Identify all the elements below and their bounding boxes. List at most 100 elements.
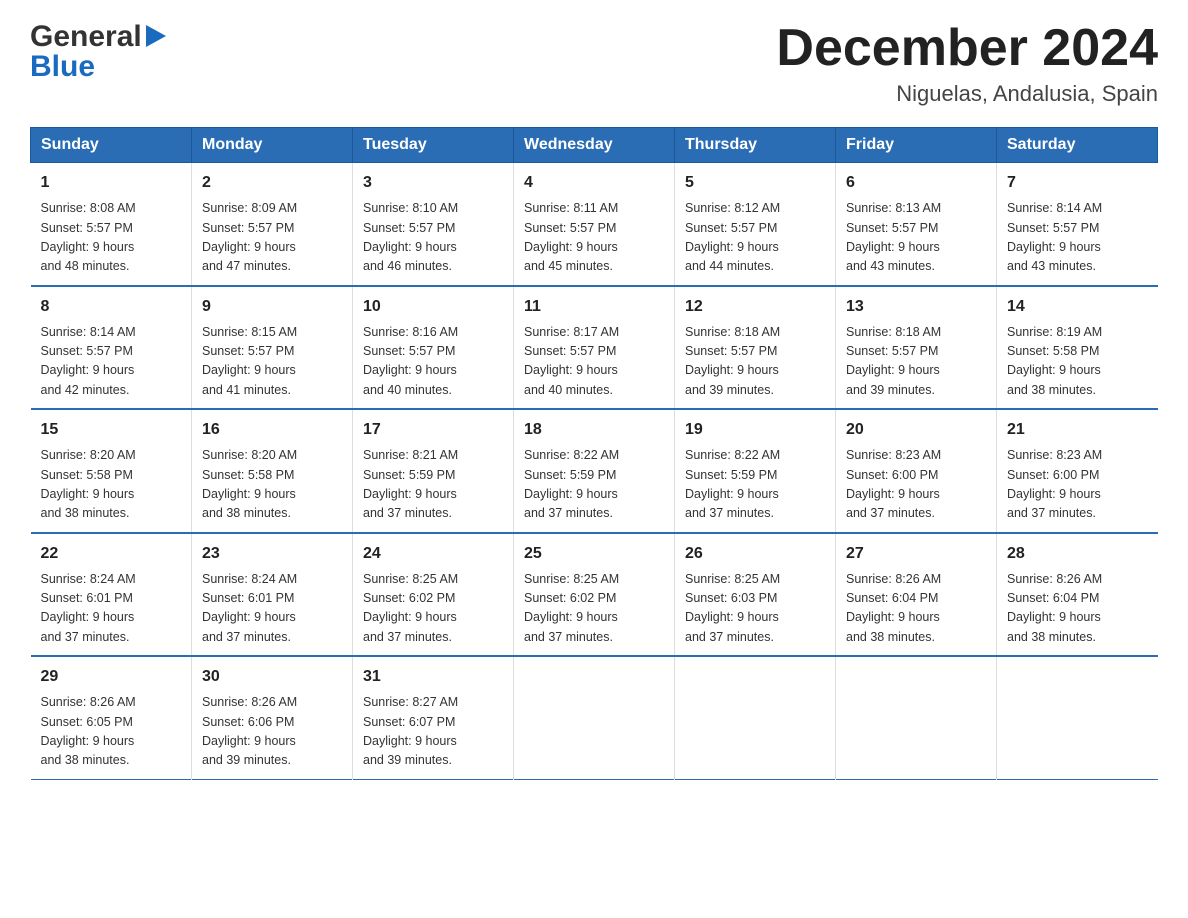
table-row: 30Sunrise: 8:26 AMSunset: 6:06 PMDayligh…	[192, 656, 353, 779]
day-info: Sunrise: 8:22 AMSunset: 5:59 PMDaylight:…	[524, 446, 664, 524]
day-number: 31	[363, 665, 503, 689]
day-info: Sunrise: 8:23 AMSunset: 6:00 PMDaylight:…	[1007, 446, 1148, 524]
day-info: Sunrise: 8:26 AMSunset: 6:04 PMDaylight:…	[846, 570, 986, 648]
day-info: Sunrise: 8:23 AMSunset: 6:00 PMDaylight:…	[846, 446, 986, 524]
table-row: 2Sunrise: 8:09 AMSunset: 5:57 PMDaylight…	[192, 163, 353, 286]
table-row: 23 Sunrise: 8:24 AMSunset: 6:01 PMDayligh…	[192, 533, 353, 657]
logo-general-text: General	[30, 20, 142, 54]
table-row: 6 Sunrise: 8:13 AMSunset: 5:57 PMDaylight…	[836, 163, 997, 286]
table-row: 18 Sunrise: 8:22 AMSunset: 5:59 PMDayligh…	[514, 409, 675, 533]
table-row: 4Sunrise: 8:11 AMSunset: 5:57 PMDaylight…	[514, 163, 675, 286]
calendar-week-row: 1 Sunrise: 8:08 AMSunset: 5:57 PMDaylight…	[31, 163, 1158, 286]
table-row: 13 Sunrise: 8:18 AMSunset: 5:57 PMDayligh…	[836, 286, 997, 410]
table-row: 8Sunrise: 8:14 AMSunset: 5:57 PMDaylight…	[31, 286, 192, 410]
day-number: 6	[846, 171, 986, 195]
table-row	[997, 656, 1158, 779]
day-info: Sunrise: 8:25 AMSunset: 6:02 PMDaylight:…	[524, 570, 664, 648]
day-info: Sunrise: 8:22 AMSunset: 5:59 PMDaylight:…	[685, 446, 825, 524]
calendar-week-row: 15 Sunrise: 8:20 AMSunset: 5:58 PMDayligh…	[31, 409, 1158, 533]
col-monday: Monday	[192, 128, 353, 163]
day-number: 25	[524, 542, 664, 566]
calendar-week-row: 29Sunrise: 8:26 AMSunset: 6:05 PMDayligh…	[31, 656, 1158, 779]
day-number: 19	[685, 418, 825, 442]
location-subtitle: Niguelas, Andalusia, Spain	[776, 81, 1158, 107]
month-title: December 2024	[776, 20, 1158, 77]
day-info: Sunrise: 8:16 AMSunset: 5:57 PMDaylight:…	[363, 323, 503, 401]
col-saturday: Saturday	[997, 128, 1158, 163]
col-wednesday: Wednesday	[514, 128, 675, 163]
day-number: 7	[1007, 171, 1148, 195]
day-info: Sunrise: 8:25 AMSunset: 6:03 PMDaylight:…	[685, 570, 825, 648]
day-number: 14	[1007, 295, 1148, 319]
table-row: 9Sunrise: 8:15 AMSunset: 5:57 PMDaylight…	[192, 286, 353, 410]
day-info: Sunrise: 8:09 AMSunset: 5:57 PMDaylight:…	[202, 199, 342, 277]
day-number: 3	[363, 171, 503, 195]
calendar-week-row: 22Sunrise: 8:24 AMSunset: 6:01 PMDayligh…	[31, 533, 1158, 657]
calendar-table: Sunday Monday Tuesday Wednesday Thursday…	[30, 127, 1158, 780]
day-number: 27	[846, 542, 986, 566]
table-row: 20 Sunrise: 8:23 AMSunset: 6:00 PMDayligh…	[836, 409, 997, 533]
table-row: 29Sunrise: 8:26 AMSunset: 6:05 PMDayligh…	[31, 656, 192, 779]
day-info: Sunrise: 8:20 AMSunset: 5:58 PMDaylight:…	[41, 446, 182, 524]
table-row: 14Sunrise: 8:19 AMSunset: 5:58 PMDayligh…	[997, 286, 1158, 410]
table-row: 3 Sunrise: 8:10 AMSunset: 5:57 PMDaylight…	[353, 163, 514, 286]
day-number: 20	[846, 418, 986, 442]
table-row: 16 Sunrise: 8:20 AMSunset: 5:58 PMDayligh…	[192, 409, 353, 533]
table-row	[675, 656, 836, 779]
day-info: Sunrise: 8:12 AMSunset: 5:57 PMDaylight:…	[685, 199, 825, 277]
day-number: 15	[41, 418, 182, 442]
table-row: 12 Sunrise: 8:18 AMSunset: 5:57 PMDayligh…	[675, 286, 836, 410]
day-number: 21	[1007, 418, 1148, 442]
day-number: 23	[202, 542, 342, 566]
table-row: 28Sunrise: 8:26 AMSunset: 6:04 PMDayligh…	[997, 533, 1158, 657]
col-friday: Friday	[836, 128, 997, 163]
day-info: Sunrise: 8:13 AMSunset: 5:57 PMDaylight:…	[846, 199, 986, 277]
page-header: General Blue December 2024 Niguelas, And…	[30, 20, 1158, 107]
day-number: 28	[1007, 542, 1148, 566]
day-number: 13	[846, 295, 986, 319]
day-number: 1	[41, 171, 182, 195]
table-row	[514, 656, 675, 779]
table-row: 26 Sunrise: 8:25 AMSunset: 6:03 PMDayligh…	[675, 533, 836, 657]
table-row: 10 Sunrise: 8:16 AMSunset: 5:57 PMDayligh…	[353, 286, 514, 410]
day-info: Sunrise: 8:10 AMSunset: 5:57 PMDaylight:…	[363, 199, 503, 277]
day-number: 10	[363, 295, 503, 319]
table-row: 22Sunrise: 8:24 AMSunset: 6:01 PMDayligh…	[31, 533, 192, 657]
day-info: Sunrise: 8:18 AMSunset: 5:57 PMDaylight:…	[685, 323, 825, 401]
day-info: Sunrise: 8:24 AMSunset: 6:01 PMDaylight:…	[41, 570, 182, 648]
table-row: 27 Sunrise: 8:26 AMSunset: 6:04 PMDayligh…	[836, 533, 997, 657]
table-row: 7 Sunrise: 8:14 AMSunset: 5:57 PMDaylight…	[997, 163, 1158, 286]
col-thursday: Thursday	[675, 128, 836, 163]
col-sunday: Sunday	[31, 128, 192, 163]
table-row: 17Sunrise: 8:21 AMSunset: 5:59 PMDayligh…	[353, 409, 514, 533]
day-number: 26	[685, 542, 825, 566]
day-number: 12	[685, 295, 825, 319]
day-number: 24	[363, 542, 503, 566]
day-number: 5	[685, 171, 825, 195]
day-info: Sunrise: 8:26 AMSunset: 6:05 PMDaylight:…	[41, 693, 182, 771]
table-row: 1 Sunrise: 8:08 AMSunset: 5:57 PMDaylight…	[31, 163, 192, 286]
day-info: Sunrise: 8:14 AMSunset: 5:57 PMDaylight:…	[41, 323, 182, 401]
day-number: 17	[363, 418, 503, 442]
day-number: 9	[202, 295, 342, 319]
logo: General Blue	[30, 20, 166, 84]
title-section: December 2024 Niguelas, Andalusia, Spain	[776, 20, 1158, 107]
day-info: Sunrise: 8:18 AMSunset: 5:57 PMDaylight:…	[846, 323, 986, 401]
day-number: 11	[524, 295, 664, 319]
day-number: 18	[524, 418, 664, 442]
day-info: Sunrise: 8:20 AMSunset: 5:58 PMDaylight:…	[202, 446, 342, 524]
table-row: 24Sunrise: 8:25 AMSunset: 6:02 PMDayligh…	[353, 533, 514, 657]
day-info: Sunrise: 8:14 AMSunset: 5:57 PMDaylight:…	[1007, 199, 1148, 277]
table-row: 15 Sunrise: 8:20 AMSunset: 5:58 PMDayligh…	[31, 409, 192, 533]
table-row: 5 Sunrise: 8:12 AMSunset: 5:57 PMDaylight…	[675, 163, 836, 286]
logo-blue-text: Blue	[30, 50, 166, 84]
day-info: Sunrise: 8:24 AMSunset: 6:01 PMDaylight:…	[202, 570, 342, 648]
calendar-week-row: 8Sunrise: 8:14 AMSunset: 5:57 PMDaylight…	[31, 286, 1158, 410]
day-info: Sunrise: 8:08 AMSunset: 5:57 PMDaylight:…	[41, 199, 182, 277]
table-row: 31Sunrise: 8:27 AMSunset: 6:07 PMDayligh…	[353, 656, 514, 779]
calendar-header-row: Sunday Monday Tuesday Wednesday Thursday…	[31, 128, 1158, 163]
day-number: 16	[202, 418, 342, 442]
day-info: Sunrise: 8:26 AMSunset: 6:06 PMDaylight:…	[202, 693, 342, 771]
table-row: 25 Sunrise: 8:25 AMSunset: 6:02 PMDayligh…	[514, 533, 675, 657]
table-row: 21 Sunrise: 8:23 AMSunset: 6:00 PMDayligh…	[997, 409, 1158, 533]
